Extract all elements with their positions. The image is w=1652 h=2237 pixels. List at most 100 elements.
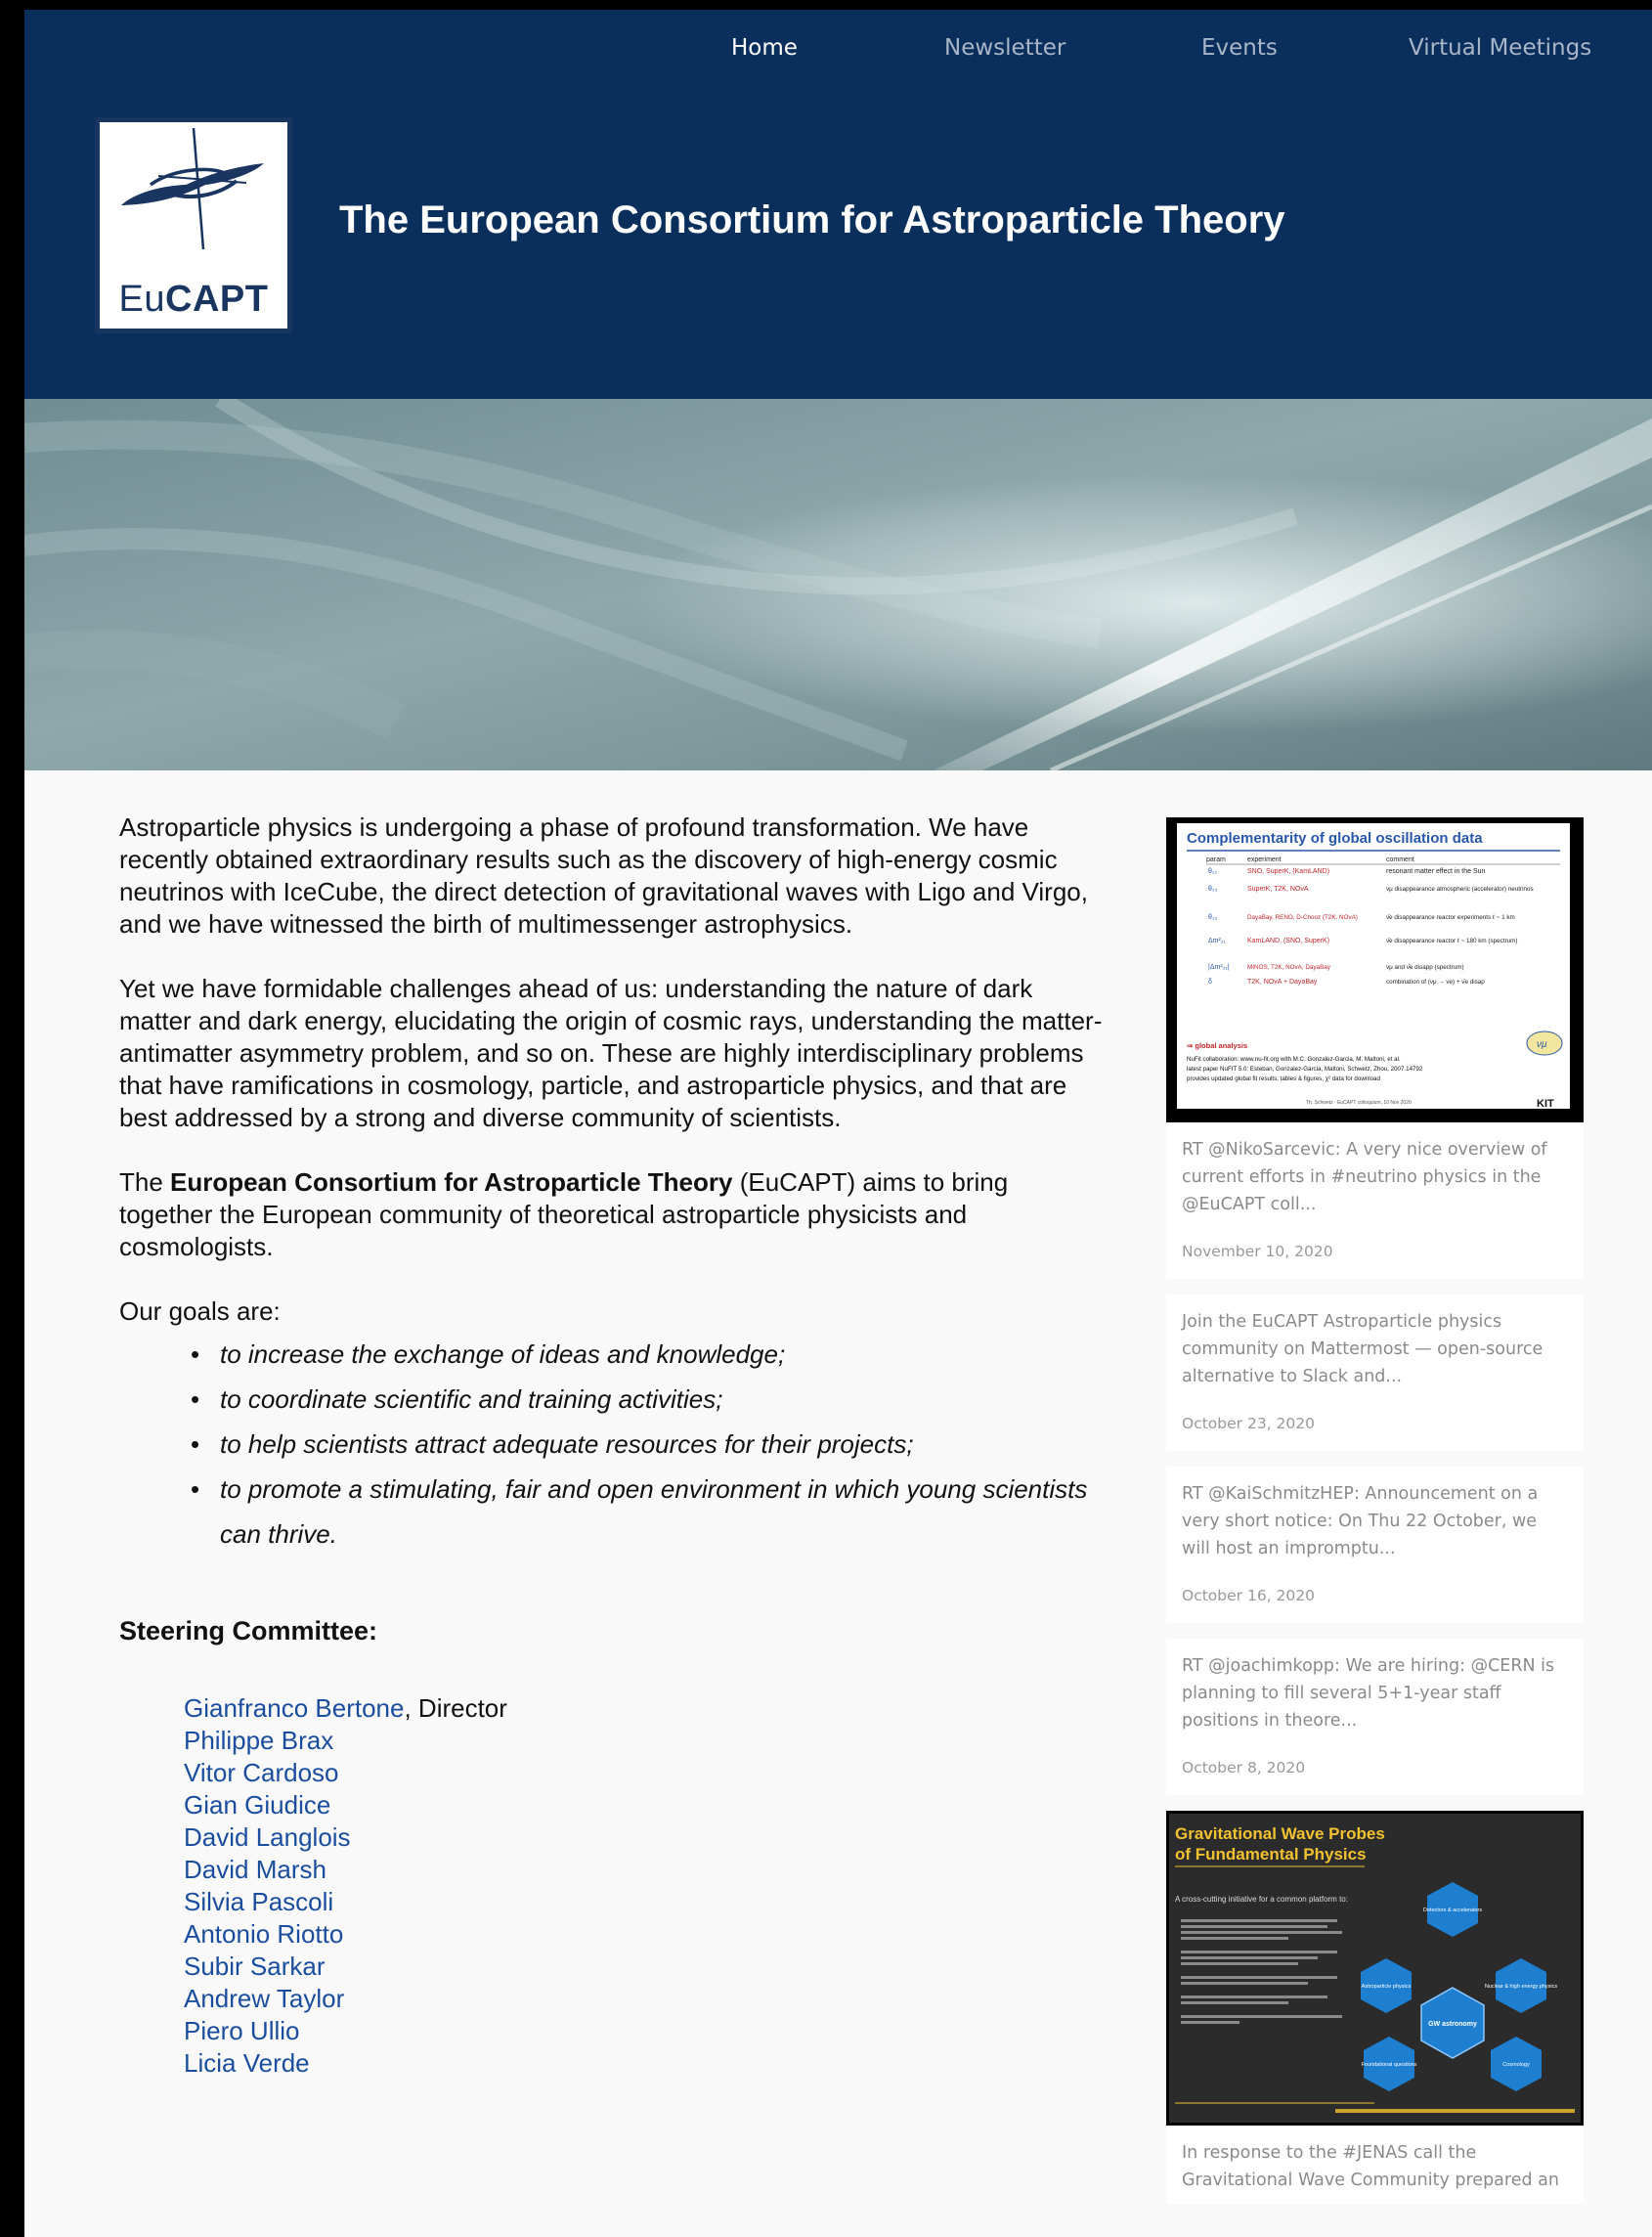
slide-col-header: param — [1206, 856, 1226, 863]
slide-cell: νμ and ν̄e disapp (spectrum) — [1386, 964, 1464, 971]
committee-member: Andrew Taylor — [184, 1983, 1107, 2015]
tweet-text: RT @NikoSarcevic: A very nice overview o… — [1182, 1140, 1547, 1214]
member-link[interactable]: Vitor Cardoso — [184, 1758, 339, 1787]
hex-label: Astroparticle physics — [1362, 1984, 1412, 1990]
tweet-card[interactable]: Join the EuCAPT Astroparticle physics co… — [1166, 1294, 1584, 1451]
top-nav: Home Newsletter Events Virtual Meetings — [24, 35, 1652, 74]
committee-member: Vitor Cardoso — [184, 1757, 1107, 1789]
member-link[interactable]: Silvia Pascoli — [184, 1887, 333, 1916]
goal-item: to promote a stimulating, fair and open … — [191, 1467, 1107, 1557]
news-sidebar: Complementarity of global oscillation da… — [1166, 817, 1584, 2204]
member-link[interactable]: David Marsh — [184, 1855, 326, 1884]
member-link[interactable]: David Langlois — [184, 1822, 351, 1852]
slide-cell: |Δm²₃₁| — [1208, 964, 1230, 971]
tweet-date: October 23, 2020 — [1182, 1415, 1315, 1432]
slide-cell: θ₁₃ — [1208, 914, 1217, 921]
slide-cell: resonant matter effect in the Sun — [1386, 868, 1486, 875]
tweet-card[interactable]: RT @NikoSarcevic: A very nice overview o… — [1166, 1122, 1584, 1279]
slide-credit: Th. Schwetz · EuCAPT colloquium, 10 Nov … — [1306, 1100, 1412, 1106]
slide-col-header: comment — [1386, 856, 1414, 863]
goal-item: to help scientists attract adequate reso… — [191, 1422, 1107, 1467]
nav-home[interactable]: Home — [731, 35, 798, 61]
slide-cell: ν̄e disappearance reactor experiments ℓ … — [1386, 914, 1515, 921]
member-link[interactable]: Gian Giudice — [184, 1790, 330, 1820]
committee-member: Philippe Brax — [184, 1725, 1107, 1757]
tweet-date: October 16, 2020 — [1182, 1587, 1315, 1604]
slide-cell: θ₂₃ — [1208, 886, 1218, 893]
slide-footer: NuFit collaboration: www.nu-fit.org with… — [1187, 1056, 1401, 1063]
site-title: The European Consortium for Astroparticl… — [339, 198, 1285, 241]
member-link[interactable]: Piero Ullio — [184, 2016, 300, 2045]
member-link[interactable]: Gianfranco Bertone — [184, 1693, 404, 1723]
slide-cell: MINOS, T2K, NOvA, DayaBay — [1247, 964, 1331, 971]
committee-member: Piero Ullio — [184, 2015, 1107, 2047]
tweet-text: RT @KaiSchmitzHEP: Announcement on a ver… — [1182, 1484, 1539, 1558]
committee-member: Silvia Pascoli — [184, 1886, 1107, 1918]
member-link[interactable]: Subir Sarkar — [184, 1952, 326, 1981]
eucapt-logo[interactable]: EuCAPT — [95, 117, 292, 333]
svg-text:νμ: νμ — [1537, 1039, 1547, 1050]
member-link[interactable]: Andrew Taylor — [184, 1984, 344, 2013]
slide-cell: Δm²₂₁ — [1208, 938, 1227, 944]
member-link[interactable]: Philippe Brax — [184, 1726, 333, 1755]
hex-label: GW astronomy — [1428, 2021, 1477, 2028]
logo-wordmark: EuCAPT — [118, 279, 269, 320]
slide-col-header: experiment — [1247, 856, 1282, 863]
tweet-text: RT @joachimkopp: We are hiring: @CERN is… — [1182, 1656, 1555, 1731]
slide-footer: provides updated global fit results, tab… — [1187, 1075, 1380, 1082]
slide-footer: latest paper NuFIT 5.0: Esteban, Gonzale… — [1187, 1066, 1423, 1073]
challenges-paragraph: Yet we have formidable challenges ahead … — [119, 974, 1103, 1132]
member-link[interactable]: Antonio Riotto — [184, 1919, 343, 1949]
tweet-text: In response to the #JENAS call the Gravi… — [1182, 2143, 1559, 2190]
tweet-card[interactable]: RT @joachimkopp: We are hiring: @CERN is… — [1166, 1639, 1584, 1795]
committee-member: David Langlois — [184, 1821, 1107, 1854]
hex-label: Detectors & accelerators — [1423, 1908, 1482, 1913]
slide-title: Complementarity of global oscillation da… — [1187, 830, 1483, 847]
tweet-card[interactable]: RT @KaiSchmitzHEP: Announcement on a ver… — [1166, 1467, 1584, 1623]
tweet-date: October 8, 2020 — [1182, 1759, 1306, 1776]
mission-paragraph: The European Consortium for Astroparticl… — [119, 1167, 1009, 1261]
consortium-name: European Consortium for Astroparticle Th… — [170, 1167, 733, 1197]
committee-member: David Marsh — [184, 1854, 1107, 1886]
tweet-text: Join the EuCAPT Astroparticle physics co… — [1182, 1312, 1543, 1386]
committee-member: Antonio Riotto — [184, 1918, 1107, 1951]
slide-cell: SNO, SuperK, (KamLAND) — [1247, 868, 1329, 875]
nav-events[interactable]: Events — [1201, 35, 1278, 61]
intro-paragraph: Astroparticle physics is undergoing a ph… — [119, 812, 1088, 939]
tweet-date: November 10, 2020 — [1182, 1243, 1333, 1260]
goal-item: to increase the exchange of ideas and kn… — [191, 1332, 1107, 1377]
slide-cell: DayaBay, RENO, D-Chooz (T2K, NOvA) — [1247, 914, 1358, 921]
slide-cell: T2K, NOvA + DayaBay — [1247, 979, 1318, 986]
hex-label: Foundational questions — [1362, 2062, 1417, 2068]
slide-footer: ⇒ global analysis — [1187, 1041, 1247, 1050]
member-link[interactable]: Licia Verde — [184, 2048, 310, 2078]
hex-label: Cosmology — [1502, 2062, 1530, 2068]
slide-cell: SuperK, T2K, NOvA — [1247, 886, 1309, 893]
gw-probes-slide-image[interactable]: Gravitational Wave Probes of Fundamental… — [1166, 1811, 1584, 2126]
slide-cell: ν̄e disappearance reactor ℓ ~ 180 km (sp… — [1386, 938, 1518, 944]
slide-cell: δ — [1208, 979, 1212, 986]
goals-intro: Our goals are: — [119, 1296, 281, 1326]
goals-list: to increase the exchange of ideas and kn… — [191, 1332, 1107, 1557]
oscillation-slide-image[interactable]: Complementarity of global oscillation da… — [1166, 817, 1584, 1122]
slide2-title: of Fundamental Physics — [1175, 1845, 1367, 1864]
slide2-title: Gravitational Wave Probes — [1175, 1824, 1385, 1843]
committee-list: Gianfranco Bertone, Director Philippe Br… — [184, 1692, 1107, 2080]
nav-virtual-meetings[interactable]: Virtual Meetings — [1409, 35, 1591, 61]
committee-member: Subir Sarkar — [184, 1951, 1107, 1983]
committee-member: Licia Verde — [184, 2047, 1107, 2080]
slide-cell: combination of (νμ → νe) + ν̄e disap — [1386, 979, 1485, 986]
site-header: Home Newsletter Events Virtual Meetings … — [24, 10, 1652, 399]
slide-cell: νμ disappearance atmospheric (accelerato… — [1386, 886, 1534, 893]
hex-label: Nuclear & high energy physics — [1485, 1984, 1558, 1990]
committee-member: Gianfranco Bertone, Director — [184, 1693, 507, 1723]
page: Home Newsletter Events Virtual Meetings … — [24, 10, 1652, 2237]
tweet-card[interactable]: In response to the #JENAS call the Gravi… — [1166, 2126, 1584, 2204]
slide-cell: θ₁₂ — [1208, 868, 1217, 875]
slide2-intro: A cross-cutting initiative for a common … — [1175, 1895, 1348, 1904]
committee-member: Gian Giudice — [184, 1789, 1107, 1821]
goal-item: to coordinate scientific and training ac… — [191, 1377, 1107, 1422]
nav-newsletter[interactable]: Newsletter — [944, 35, 1065, 61]
slide-cell: KamLAND, (SNO, SuperK) — [1247, 938, 1329, 944]
hero-banner-image — [24, 399, 1652, 770]
